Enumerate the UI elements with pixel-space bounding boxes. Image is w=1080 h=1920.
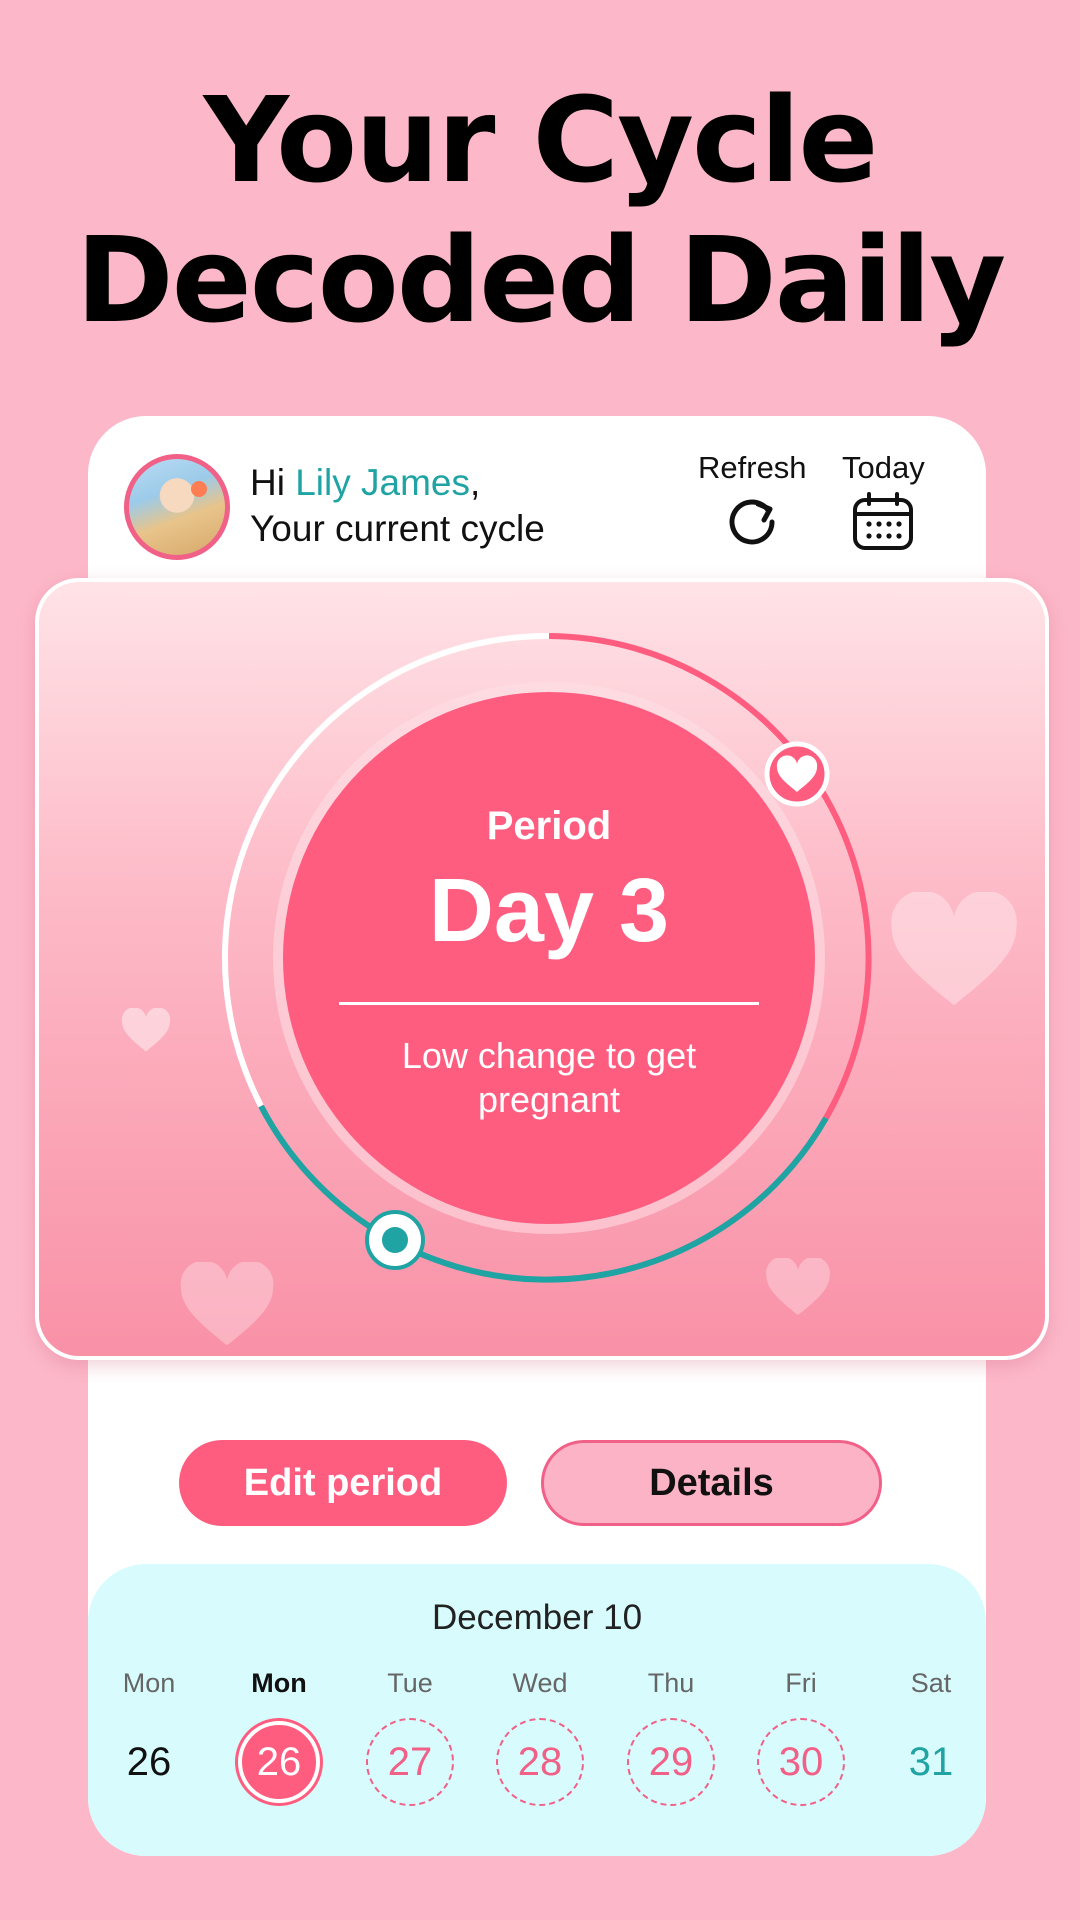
calendar-title: December 10: [431, 1598, 643, 1637]
cycle-status-circle: Period Day 3 Low change to get pregnant: [283, 692, 815, 1224]
phase-label: Period: [486, 804, 612, 848]
greeting: Hi Lily James, Your current cycle: [250, 460, 545, 552]
calendar-day[interactable]: Fri 30: [751, 1668, 851, 1806]
date-number[interactable]: 26: [238, 1721, 320, 1803]
date-number[interactable]: 30: [757, 1718, 845, 1806]
greeting-subtitle: Your current cycle: [250, 508, 545, 549]
edit-period-button[interactable]: Edit period: [179, 1440, 507, 1526]
calendar-day[interactable]: Tue 27: [360, 1668, 460, 1806]
weekday-label: Fri: [785, 1668, 817, 1698]
date-number[interactable]: 26: [105, 1718, 193, 1806]
refresh-label: Refresh: [698, 450, 807, 485]
date-number[interactable]: 29: [627, 1718, 715, 1806]
details-button[interactable]: Details: [541, 1440, 882, 1526]
calendar-day[interactable]: Wed 28: [490, 1668, 590, 1806]
weekday-label: Wed: [512, 1668, 568, 1698]
today-label: Today: [842, 450, 925, 485]
calendar-day[interactable]: Mon 26: [99, 1668, 199, 1806]
weekday-label: Mon: [122, 1668, 176, 1698]
card-header: Hi Lily James, Your current cycle Refres…: [88, 416, 986, 576]
date-number[interactable]: 27: [366, 1718, 454, 1806]
refresh-icon: [729, 499, 775, 545]
today-button[interactable]: Today: [842, 450, 925, 552]
flower-icon: [191, 481, 207, 497]
headline-line-2: Decoded Daily: [75, 211, 1006, 349]
calendar-day[interactable]: Thu 29: [621, 1668, 721, 1806]
today-marker-icon[interactable]: [365, 1210, 425, 1270]
weekday-label: Thu: [647, 1668, 695, 1698]
calendar-day[interactable]: Mon 26: [229, 1668, 329, 1803]
heart-marker-icon[interactable]: [764, 741, 830, 807]
date-number[interactable]: 28: [496, 1718, 584, 1806]
date-number[interactable]: 31: [887, 1718, 975, 1806]
greeting-suffix: ,: [470, 462, 481, 503]
headline-line-1: Your Cycle: [203, 71, 879, 209]
calendar-icon: [853, 492, 914, 550]
headline: Your Cycle Decoded Daily: [0, 70, 1080, 350]
avatar[interactable]: [124, 454, 230, 560]
refresh-button[interactable]: Refresh: [698, 450, 807, 548]
cycle-panel: Period Day 3 Low change to get pregnant: [35, 578, 1049, 1360]
weekday-label: Sat: [910, 1668, 952, 1698]
weekday-label: Mon: [251, 1668, 307, 1698]
pregnancy-chance: Low change to get pregnant: [401, 1035, 697, 1120]
day-label: Day 3: [428, 861, 670, 961]
calendar-day[interactable]: Sat 31: [881, 1668, 981, 1806]
user-name: Lily James: [295, 462, 471, 503]
weekday-label: Tue: [387, 1668, 433, 1698]
week-calendar: December 10 Mon 26 Mon 26 Tue 27 Wed 28 Thu 29 Fri…: [88, 1564, 986, 1856]
greeting-prefix: Hi: [250, 462, 296, 503]
divider: [339, 1002, 759, 1005]
heart-decoration-icon: [121, 1008, 171, 1052]
